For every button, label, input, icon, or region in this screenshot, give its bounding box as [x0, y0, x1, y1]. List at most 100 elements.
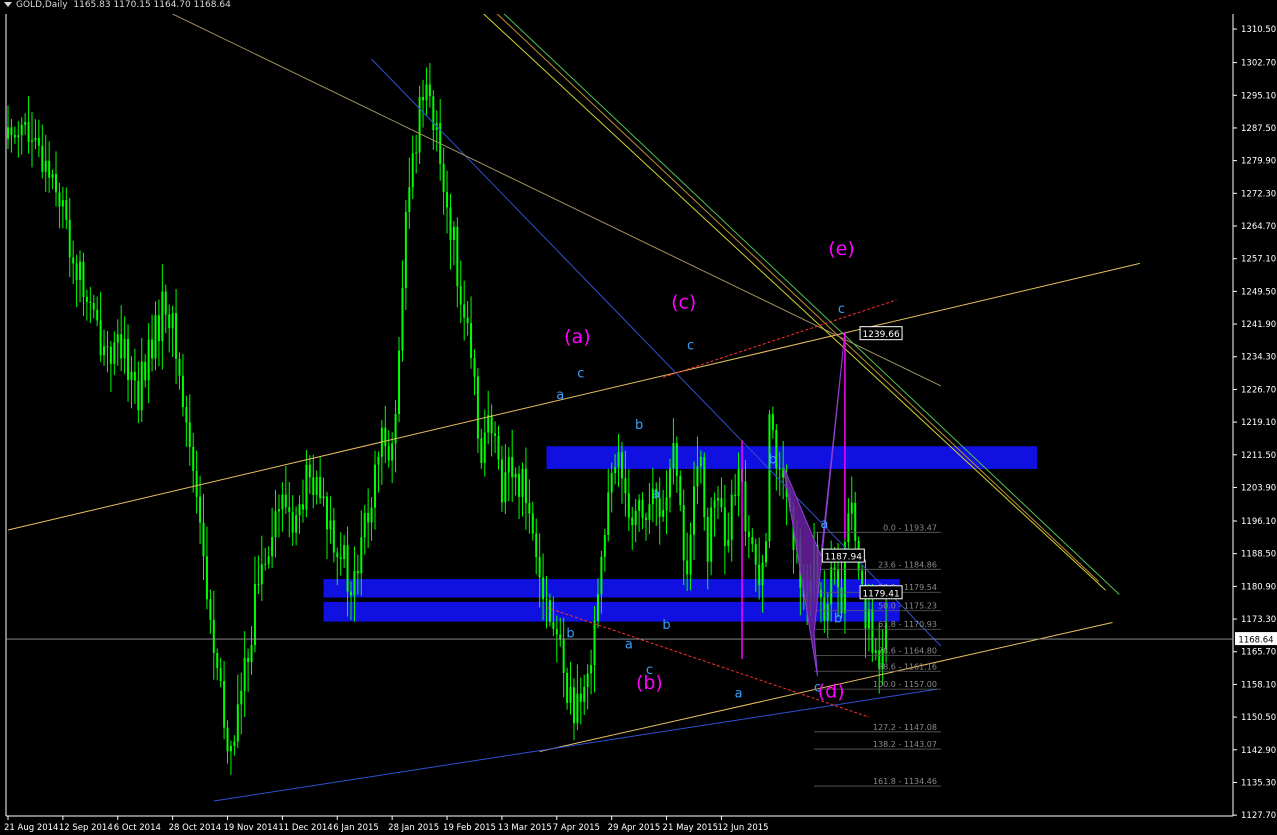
- candle-body: [240, 690, 243, 705]
- candle-body: [99, 320, 102, 356]
- candle-body: [751, 536, 754, 545]
- candle-body: [51, 174, 54, 178]
- candle-body: [144, 361, 147, 381]
- candle-body: [459, 286, 462, 305]
- candle-body: [360, 537, 363, 574]
- candle-body: [720, 498, 723, 508]
- candle-body: [387, 446, 390, 461]
- candle-body: [596, 594, 599, 621]
- candle-body: [223, 681, 226, 728]
- candle-body: [325, 496, 328, 530]
- candle-body: [34, 137, 37, 141]
- price-chart[interactable]: 1310.50 1302.70 1295.10 1287.50 1279.90 1272.…: [0, 0, 1277, 835]
- candle-body: [593, 620, 596, 666]
- candle-body: [247, 657, 250, 663]
- candle-body: [837, 569, 840, 588]
- candle-body: [723, 507, 726, 546]
- candle-body: [620, 452, 623, 479]
- price-tick-label: 1226.70: [1241, 385, 1276, 395]
- candle-body: [319, 476, 322, 499]
- fib-level-label: 88.6 - 1161.16: [878, 662, 937, 671]
- candle-body: [627, 493, 630, 518]
- candle-body: [428, 84, 431, 97]
- candle-body: [871, 609, 874, 653]
- candle-body: [137, 380, 140, 411]
- candle-body: [264, 563, 267, 565]
- candle-body: [586, 673, 589, 687]
- candle-body: [754, 544, 757, 565]
- plot-area: 0.0 - 1193.4723.6 - 1184.8638.2 - 1179.5…: [6, 14, 1233, 802]
- price-callout-label: 1187.94: [825, 553, 862, 563]
- candle-body: [476, 376, 479, 439]
- fib-level-label: 161.8 - 1134.46: [873, 777, 937, 786]
- trendline-upper-channel: [7, 262, 1141, 531]
- fib-level-label: 100.0 - 1157.00: [873, 680, 937, 689]
- fib-level-label: 138.2 - 1143.07: [873, 740, 937, 749]
- candle-body: [346, 545, 349, 592]
- time-tick-label: 12 Jun 2015: [717, 823, 768, 833]
- candle-body: [644, 517, 647, 520]
- price-tick-label: 1180.90: [1241, 582, 1276, 592]
- candle-body: [202, 522, 205, 557]
- candle-body: [686, 560, 689, 575]
- price-tick-label: 1219.10: [1241, 418, 1276, 428]
- candle-body: [668, 468, 671, 498]
- sub-wave-label: c: [838, 302, 845, 317]
- candle-body: [113, 342, 116, 364]
- candle-body: [96, 309, 99, 321]
- price-tick-label: 1142.90: [1241, 746, 1276, 756]
- time-tick-label: 6 Jan 2015: [333, 823, 379, 833]
- candle-body: [569, 687, 572, 703]
- candle-body: [765, 541, 768, 563]
- candle-body: [353, 570, 356, 596]
- candle-body: [171, 313, 174, 329]
- candle-body: [542, 577, 545, 600]
- time-tick-label: 28 Oct 2014: [169, 823, 222, 833]
- candle-body: [528, 503, 531, 514]
- sub-wave-label: a: [652, 487, 660, 502]
- candle-body: [487, 415, 490, 433]
- candle-body: [68, 219, 71, 258]
- candle-body: [631, 517, 634, 526]
- candle-body: [480, 438, 483, 464]
- candle-body: [398, 350, 401, 415]
- candle-body: [209, 599, 212, 620]
- candle-body: [483, 432, 486, 464]
- candle-body: [641, 499, 644, 518]
- fib-level-label: 127.2 - 1147.08: [873, 723, 937, 732]
- candle-body: [401, 287, 404, 351]
- fib-level-label: 78.6 - 1164.80: [878, 647, 937, 656]
- time-tick-label: 13 Mar 2015: [498, 823, 552, 833]
- candle-body: [600, 556, 603, 595]
- candle-body: [466, 317, 469, 323]
- candle-body: [31, 140, 34, 142]
- candle-body: [473, 357, 476, 377]
- price-tick-label: 1203.90: [1241, 483, 1276, 493]
- price-tick-label: 1165.70: [1241, 648, 1276, 658]
- candle-body: [727, 539, 730, 546]
- fib-level-label: 61.8 - 1170.93: [878, 620, 937, 629]
- candle-body: [72, 257, 75, 264]
- wave-label: (b): [636, 672, 663, 694]
- candle-body: [524, 468, 527, 504]
- candle-body: [301, 504, 304, 510]
- candle-body: [470, 322, 473, 358]
- candle-body: [854, 502, 857, 542]
- candle-body: [696, 466, 699, 487]
- candle-body: [188, 422, 191, 447]
- candle-body: [572, 687, 575, 724]
- candle-body: [133, 371, 136, 381]
- candle-body: [693, 486, 695, 535]
- candle-body: [408, 187, 411, 213]
- candle-body: [7, 127, 9, 139]
- candle-body: [127, 339, 130, 380]
- candle-body: [123, 339, 126, 359]
- candle-body: [58, 192, 61, 207]
- candle-body: [545, 599, 548, 601]
- candle-body: [363, 513, 366, 538]
- candle-body: [312, 477, 315, 495]
- candle-body: [185, 407, 188, 423]
- candle-body: [607, 492, 610, 535]
- wave-label: (d): [818, 681, 845, 703]
- candle-body: [494, 433, 497, 436]
